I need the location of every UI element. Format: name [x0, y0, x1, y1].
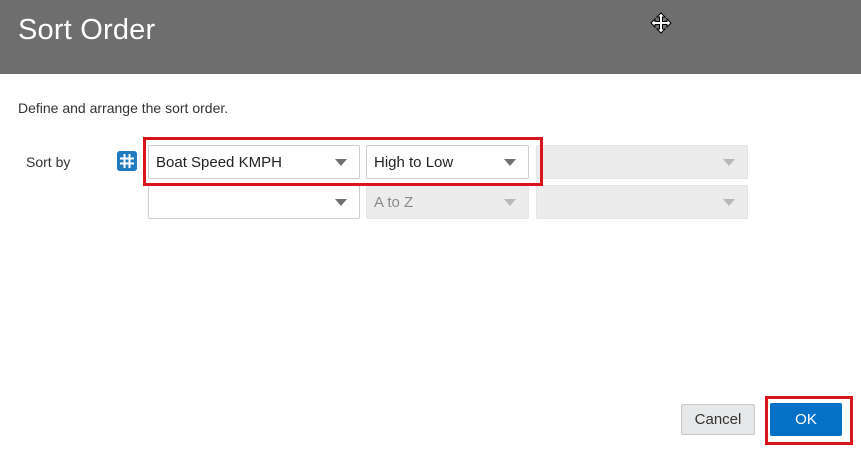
chevron-down-icon [335, 199, 347, 206]
ok-button[interactable]: OK [770, 403, 842, 436]
sort-extra-select-1 [536, 145, 748, 179]
chevron-down-icon [723, 159, 735, 166]
sort-extra-select-2 [536, 185, 748, 219]
hash-icon[interactable] [117, 151, 137, 171]
cancel-button[interactable]: Cancel [681, 404, 755, 435]
chevron-down-icon [723, 199, 735, 206]
dialog-header[interactable]: Sort Order [0, 0, 861, 74]
highlight-box-sort [143, 137, 543, 186]
sort-order-select-2: A to Z [366, 185, 529, 219]
sort-column-select-2[interactable] [148, 185, 360, 219]
chevron-down-icon [504, 199, 516, 206]
sort-by-label: Sort by [26, 154, 71, 170]
sort-order-value: A to Z [374, 194, 414, 211]
move-icon[interactable] [650, 12, 672, 34]
dialog-title: Sort Order [18, 14, 156, 46]
instructions-text: Define and arrange the sort order. [18, 100, 229, 116]
